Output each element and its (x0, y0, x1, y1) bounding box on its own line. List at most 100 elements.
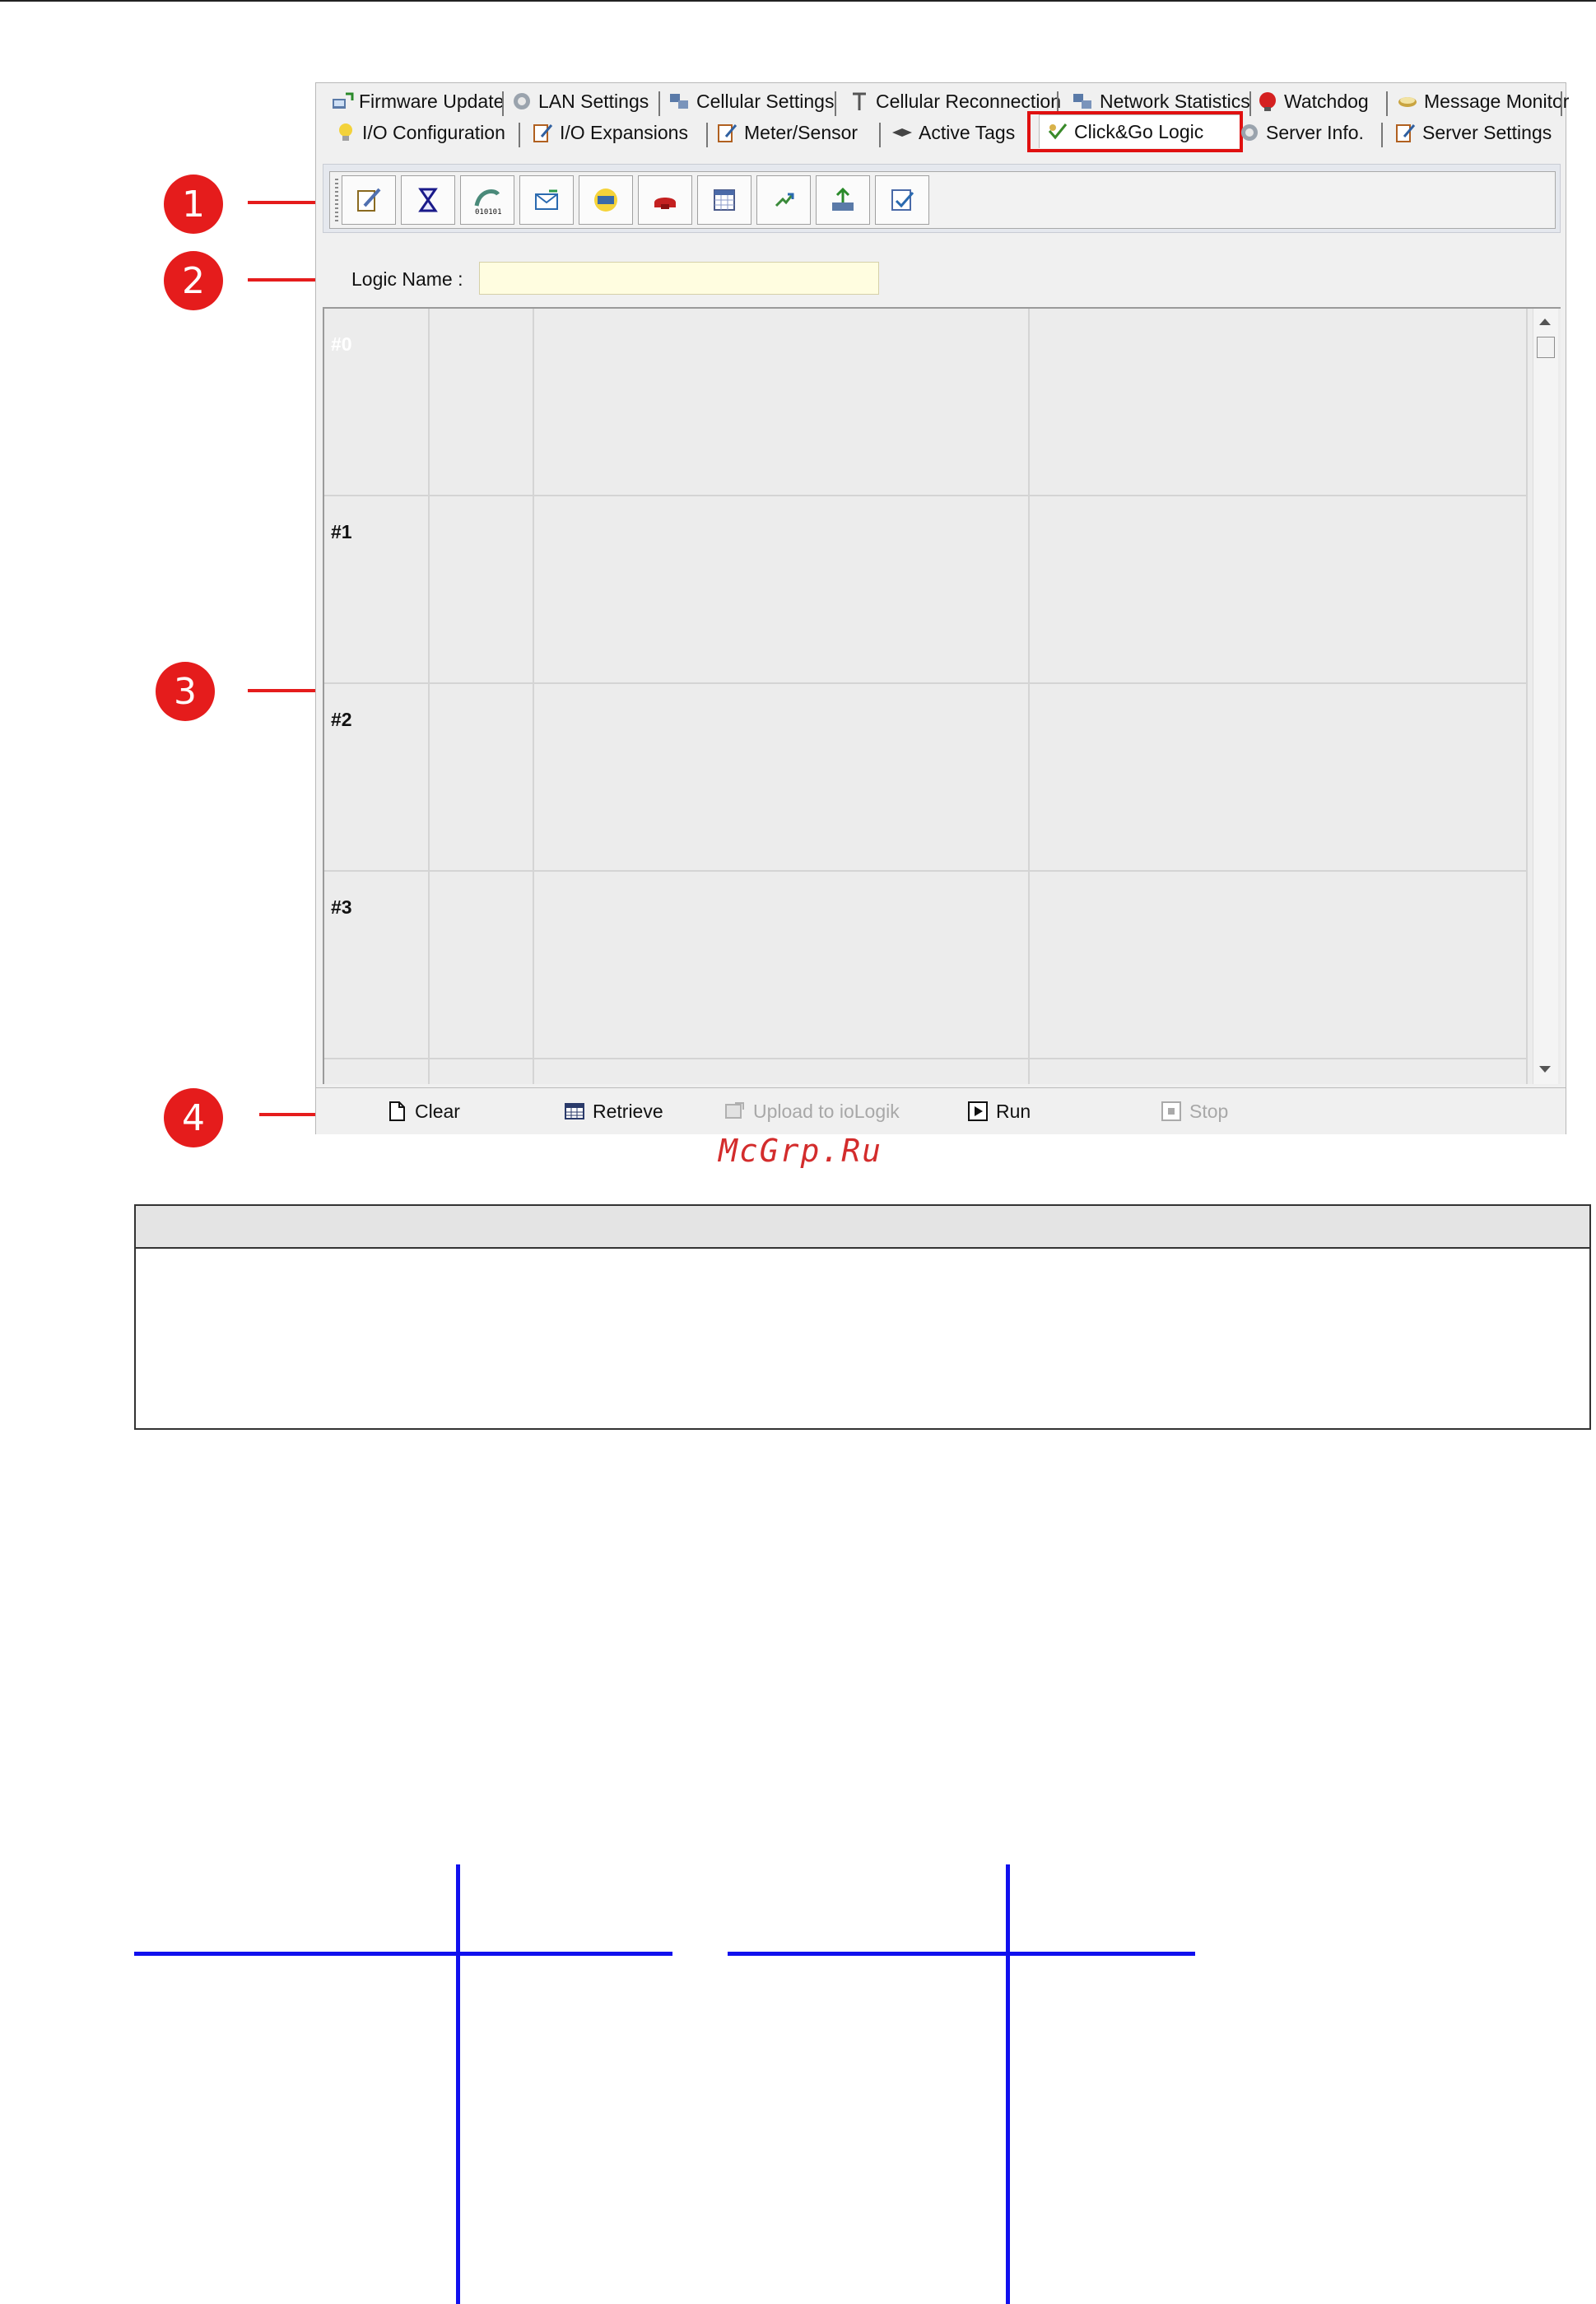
callout-3: 3 (156, 662, 215, 721)
tab-separator (519, 123, 520, 147)
email-icon (535, 189, 558, 210)
hourglass-icon (418, 188, 438, 212)
blue-horizontal-line-right (728, 1952, 1195, 1956)
tab-label: LAN Settings (538, 90, 649, 112)
run-button[interactable]: Run (966, 1100, 1031, 1123)
toolbar-area: 010101 (323, 164, 1561, 233)
run-label: Run (996, 1100, 1031, 1122)
tab-separator (1381, 123, 1383, 147)
blue-vertical-line-left (456, 1864, 460, 2304)
binary-icon: 010101 (474, 189, 502, 216)
edit-button[interactable] (342, 175, 396, 225)
tab-lan-settings[interactable]: LAN Settings (510, 86, 649, 116)
tab-label: Cellular Reconnection (876, 90, 1062, 112)
email-button[interactable] (519, 175, 574, 225)
tab-io-configuration[interactable]: I/O Configuration (334, 118, 505, 147)
scroll-thumb[interactable] (1537, 337, 1555, 358)
logic-row-0[interactable]: #0 (324, 309, 1528, 496)
tab-cellular-settings[interactable]: Cellular Settings (668, 86, 834, 116)
tab-separator (835, 91, 836, 116)
callout-1: 1 (164, 175, 223, 234)
play-icon (968, 1101, 988, 1121)
logic-row-3[interactable]: #3 (324, 872, 1528, 1059)
retrieve-button[interactable]: Retrieve (563, 1100, 663, 1123)
stop-button[interactable]: Stop (1160, 1100, 1228, 1123)
scroll-down-arrow-icon[interactable] (1539, 1066, 1551, 1073)
tab-meter-sensor[interactable]: Meter/Sensor (716, 118, 858, 147)
refresh-button[interactable] (756, 175, 811, 225)
binary-button[interactable]: 010101 (460, 175, 514, 225)
info-table-header (136, 1206, 1589, 1249)
message-icon (1396, 91, 1419, 112)
watchdog-icon (1256, 91, 1279, 112)
tab-label: Server Info. (1266, 121, 1364, 143)
network-icon (1072, 91, 1095, 112)
tab-separator (1386, 91, 1388, 116)
upload-button[interactable] (816, 175, 870, 225)
tab-watchdog[interactable]: Watchdog (1256, 86, 1369, 116)
tab-active-tags[interactable]: Active Tags (891, 118, 1015, 147)
check-button[interactable] (875, 175, 929, 225)
logic-row-2[interactable]: #2 (324, 684, 1528, 872)
tab-label: Active Tags (919, 121, 1016, 143)
scroll-up-arrow-icon[interactable] (1539, 319, 1551, 325)
grid-column-divider (428, 309, 430, 1084)
upload-label: Upload to ioLogik (753, 1100, 900, 1122)
callout-4: 4 (164, 1088, 223, 1147)
info-table (134, 1204, 1591, 1430)
tab-separator (1561, 91, 1562, 116)
selected-tab-highlight (1027, 111, 1243, 152)
tab-row-1: Firmware Update LAN Settings Cellular Se… (316, 86, 1569, 116)
clear-button[interactable]: Clear (385, 1100, 460, 1123)
timer-button[interactable] (401, 175, 455, 225)
tab-io-expansions[interactable]: I/O Expansions (532, 118, 688, 147)
tab-separator (879, 123, 881, 147)
logic-row-1[interactable]: #1 (324, 496, 1528, 684)
antenna-icon (848, 91, 871, 112)
bottom-action-bar: Clear Retrieve Upload to ioLogik Run Sto… (316, 1087, 1566, 1134)
tab-label: I/O Configuration (362, 121, 505, 143)
tab-label: Meter/Sensor (744, 121, 858, 143)
tab-message-monitor[interactable]: Message Monitor (1396, 86, 1569, 116)
tab-separator (706, 123, 708, 147)
phone-icon (654, 198, 676, 209)
snmp-button[interactable] (579, 175, 633, 225)
blue-horizontal-line-left (134, 1952, 672, 1956)
row-label: #0 (331, 333, 352, 355)
calendar-icon (714, 189, 735, 211)
tab-server-info[interactable]: Server Info. (1238, 118, 1364, 147)
stop-icon (1161, 1101, 1181, 1121)
upload-to-iologik-button[interactable]: Upload to ioLogik (724, 1100, 900, 1123)
tab-label: Firmware Update (359, 90, 505, 112)
svg-text:010101: 010101 (475, 208, 502, 216)
tab-label: Server Settings (1422, 121, 1552, 143)
bulb-icon (334, 122, 357, 143)
logic-name-input[interactable] (479, 262, 879, 295)
phone-button[interactable] (638, 175, 692, 225)
tab-separator (502, 91, 504, 116)
chip-icon (594, 189, 617, 212)
table-icon (565, 1103, 584, 1119)
row-label: #2 (331, 709, 352, 730)
new-document-icon (389, 1101, 405, 1121)
server-icon (1238, 122, 1261, 143)
logic-grid-body: #0 #1 #2 #3 (324, 309, 1528, 1084)
stop-label: Stop (1189, 1100, 1229, 1122)
tab-label: Network Statistics (1100, 90, 1250, 112)
tab-firmware-update[interactable]: Firmware Update (331, 86, 504, 116)
tab-label: Watchdog (1284, 90, 1369, 112)
watermark: McGrp.Ru (719, 1133, 883, 1169)
tab-separator (658, 91, 660, 116)
upload-icon (832, 187, 854, 211)
upload-icon (725, 1102, 744, 1119)
edit-icon (532, 122, 555, 143)
tab-row-2: I/O Configuration I/O Expansions Meter/S… (316, 111, 1566, 152)
calendar-button[interactable] (697, 175, 751, 225)
toolbar-grip[interactable] (335, 179, 338, 223)
tab-server-settings[interactable]: Server Settings (1394, 118, 1552, 147)
vertical-scrollbar[interactable] (1533, 309, 1558, 1084)
retrieve-label: Retrieve (593, 1100, 663, 1122)
tab-label: Message Monitor (1424, 90, 1570, 112)
tab-label: I/O Expansions (560, 121, 688, 143)
blue-vertical-line-right (1006, 1864, 1010, 2304)
